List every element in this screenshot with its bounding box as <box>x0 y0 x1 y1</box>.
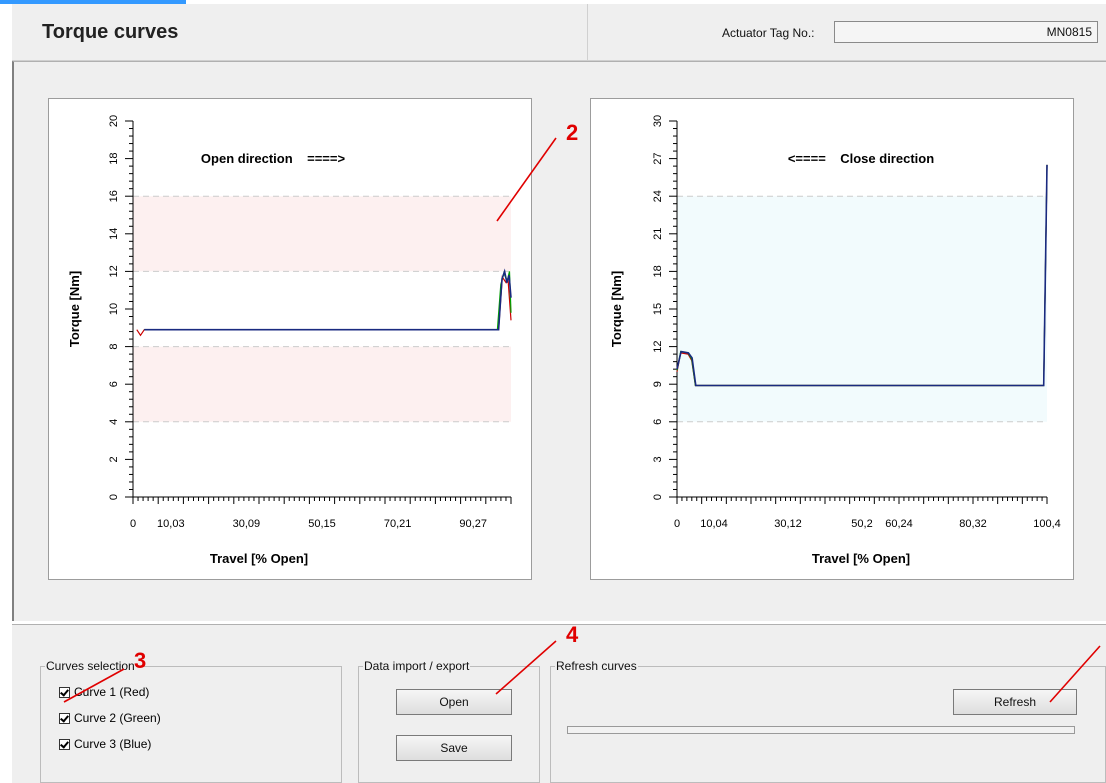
x-tick-label: 0 <box>674 518 680 530</box>
x-tick-label: 0 <box>130 518 136 530</box>
refresh-progress-bar <box>567 726 1075 734</box>
x-axis-label: Travel [% Open] <box>210 551 308 566</box>
x-tick-label: 70,21 <box>384 518 412 530</box>
open-direction-chart: 0 2 4 6 8 10 12 14 16 18 20 0 10,03 30,09 50,15 70,21 90… <box>48 98 532 580</box>
x-tick-label: 100,4 <box>1033 518 1061 530</box>
y-axis-label: Torque [Nm] <box>67 271 82 347</box>
actuator-tag-field[interactable] <box>834 21 1098 43</box>
x-tick-label: 30,09 <box>233 518 261 530</box>
close-direction-chart: 0 3 6 9 12 15 18 21 24 27 30 0 10,04 30,12 50,2 60,24 80… <box>590 98 1074 580</box>
header-bar: Torque curves Actuator Tag No.: <box>12 4 1106 61</box>
y-tick-label: 8 <box>108 344 120 350</box>
y-tick-label: 21 <box>652 228 664 240</box>
x-tick-label: 50,2 <box>851 518 872 530</box>
page-title: Torque curves <box>42 21 179 43</box>
curve-2-line <box>144 271 512 331</box>
open-direction-plot: 0 2 4 6 8 10 12 14 16 18 20 0 10,03 30,09 50,15 70,21 90… <box>67 115 512 566</box>
refresh-button[interactable]: Refresh <box>953 689 1077 715</box>
callout-3: 3 <box>134 648 147 673</box>
y-tick-label: 9 <box>652 381 664 387</box>
y-tick-label: 6 <box>108 381 120 387</box>
checkbox-checked-icon <box>59 712 70 724</box>
curves-selection-group: Curves selection Curve 1 (Red) Curve 2 (… <box>40 659 342 783</box>
y-tick-label: 14 <box>108 228 120 240</box>
x-tick-label: 30,12 <box>774 518 802 530</box>
x-tick-label: 80,32 <box>959 518 987 530</box>
threshold-band <box>133 196 511 272</box>
callout-2: 2 <box>566 120 579 145</box>
checkbox-checked-icon <box>59 686 70 698</box>
y-tick-label: 12 <box>108 265 120 277</box>
curves-selection-legend: Curves selection <box>46 659 135 673</box>
open-button[interactable]: Open <box>396 689 512 715</box>
y-tick-label: 15 <box>652 303 664 315</box>
checkbox-checked-icon <box>59 738 70 750</box>
x-tick-label: 90,27 <box>459 518 487 530</box>
curve-1-line <box>136 275 512 337</box>
y-tick-label: 6 <box>652 419 664 425</box>
chart-title: Open direction ====> <box>201 151 346 166</box>
curve-3-checkbox[interactable]: Curve 3 (Blue) <box>59 737 151 751</box>
curve-2-label: Curve 2 (Green) <box>74 711 161 725</box>
data-import-export-legend: Data import / export <box>364 659 470 673</box>
callout-4: 4 <box>566 622 579 647</box>
header-divider <box>587 4 588 60</box>
y-tick-label: 16 <box>108 190 120 202</box>
x-tick-label: 10,03 <box>157 518 185 530</box>
y-tick-label: 10 <box>108 303 120 315</box>
data-import-export-group: Data import / export Open Save <box>358 659 540 783</box>
control-panel: Curves selection Curve 1 (Red) Curve 2 (… <box>12 624 1106 783</box>
curve-1-label: Curve 1 (Red) <box>74 685 150 699</box>
x-tick-label: 60,24 <box>885 518 913 530</box>
x-axis-label: Travel [% Open] <box>812 551 910 566</box>
y-tick-label: 2 <box>108 456 120 462</box>
curve-1-checkbox[interactable]: Curve 1 (Red) <box>59 685 149 699</box>
threshold-band <box>133 346 511 422</box>
y-tick-label: 18 <box>652 265 664 277</box>
save-button[interactable]: Save <box>396 735 512 761</box>
actuator-tag-label: Actuator Tag No.: <box>722 26 815 40</box>
y-tick-label: 12 <box>652 340 664 352</box>
y-axis-label: Torque [Nm] <box>609 271 624 347</box>
y-tick-label: 0 <box>652 494 664 500</box>
y-tick-label: 24 <box>652 190 664 202</box>
y-tick-label: 27 <box>652 152 664 164</box>
threshold-band <box>677 196 1047 422</box>
x-tick-label: 50,15 <box>308 518 336 530</box>
y-tick-label: 3 <box>652 456 664 462</box>
curve-2-checkbox[interactable]: Curve 2 (Green) <box>59 711 161 725</box>
y-tick-label: 30 <box>652 115 664 127</box>
curve-3-label: Curve 3 (Blue) <box>74 737 152 751</box>
close-direction-plot: 0 3 6 9 12 15 18 21 24 27 30 0 10,04 30,12 50,2 60,24 80… <box>609 115 1061 566</box>
refresh-curves-legend: Refresh curves <box>556 659 637 673</box>
chart-title: <==== Close direction <box>788 151 934 166</box>
y-tick-label: 20 <box>108 115 120 127</box>
y-tick-label: 18 <box>108 152 120 164</box>
curve-3-line <box>144 268 512 331</box>
y-tick-label: 4 <box>108 419 120 425</box>
y-tick-label: 0 <box>108 494 120 500</box>
x-tick-label: 10,04 <box>700 518 728 530</box>
refresh-curves-group: Refresh curves Refresh <box>550 659 1106 783</box>
